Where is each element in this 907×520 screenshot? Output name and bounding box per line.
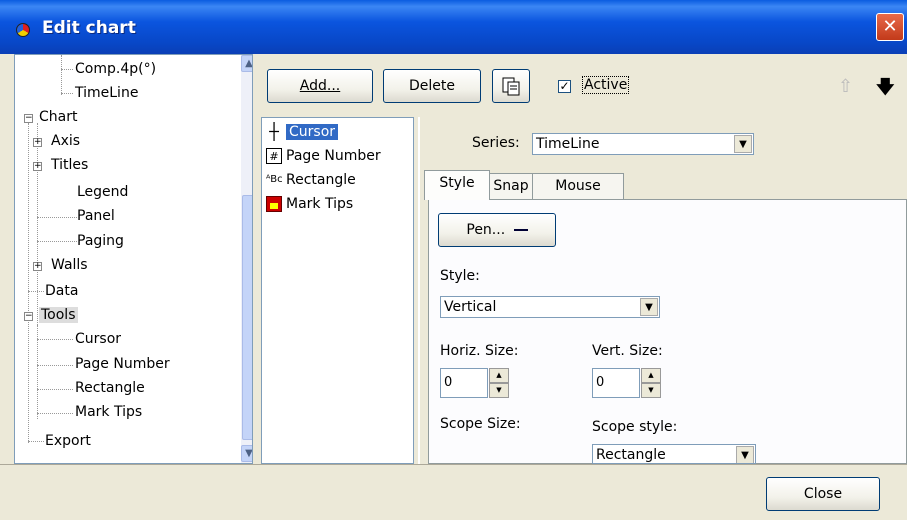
tab-style[interactable]: Style [424,170,490,200]
series-select[interactable]: TimeLine ▼ [532,133,754,155]
chevron-down-icon[interactable]: ▼ [734,135,752,153]
collapse-icon[interactable]: − [24,312,33,321]
scroll-thumb[interactable] [242,195,252,440]
tab-snap[interactable]: Snap [489,173,533,199]
tree-item-export[interactable]: Export [45,429,91,453]
scope-style-select[interactable]: Rectangle ▼ [592,444,756,464]
copy-clipboard-icon [502,77,520,96]
tools-list[interactable]: ┼ Cursor # Page Number ᴬBc Rectangle Mark T… [261,117,414,464]
scroll-down-icon[interactable]: ▼ [241,445,252,462]
tree-item-page-number[interactable]: Page Number [75,352,170,376]
scroll-up-icon[interactable]: ▲ [241,55,252,72]
copy-button[interactable] [492,69,530,103]
active-checkbox[interactable]: ✓ [558,80,571,93]
series-label: Series: [472,135,520,151]
style-label: Style: [440,268,480,284]
spin-up-icon[interactable]: ▲ [641,368,661,383]
expand-icon[interactable]: + [33,162,42,171]
list-item[interactable]: # Page Number [266,144,381,168]
expand-icon[interactable]: + [33,138,42,147]
tree-item-cursor[interactable]: Cursor [75,327,121,351]
tree-scrollbar[interactable]: ▲ ▼ [241,55,252,463]
collapse-icon[interactable]: − [24,114,33,123]
page-number-icon: # [266,148,282,164]
delete-button[interactable]: Delete [383,69,481,103]
expand-icon[interactable]: + [33,262,42,271]
tree-item-titles[interactable]: Titles [51,153,88,177]
tree-item-data[interactable]: Data [45,279,78,303]
editor-tree[interactable]: Comp.4p(°) TimeLine − Chart + Axis + Tit… [14,54,253,464]
pen-button[interactable]: Pen... [438,213,556,247]
tree-item-comp4p[interactable]: Comp.4p(°) [75,57,156,81]
close-button[interactable]: Close [766,477,880,511]
scope-style-label: Scope style: [592,419,678,435]
spin-down-icon[interactable]: ▼ [641,383,661,398]
tree-item-paging[interactable]: Paging [77,229,124,253]
vert-size-input[interactable]: 0 [592,368,640,398]
chevron-down-icon[interactable]: ▼ [640,298,658,316]
pen-line-icon [513,229,528,231]
spin-down-icon[interactable]: ▼ [489,383,509,398]
title-bar[interactable] [0,0,907,54]
tree-item-rectangle[interactable]: Rectangle [75,376,145,400]
cursor-crosshair-icon: ┼ [269,122,279,141]
horiz-size-label: Horiz. Size: [440,343,519,359]
tree-item-tools[interactable]: Tools [39,303,78,327]
list-item[interactable]: ┼ Cursor [266,120,339,144]
scope-size-label: Scope Size: [440,416,521,432]
chevron-down-icon[interactable]: ▼ [736,446,754,463]
tree-item-timeline[interactable]: TimeLine [75,81,138,105]
tree-item-legend[interactable]: Legend [77,180,128,204]
window-close-button[interactable]: ✕ [876,13,904,41]
add-button[interactable]: Add... [267,69,373,103]
tree-item-chart[interactable]: Chart [39,105,77,129]
mark-tips-icon [266,196,282,212]
tree-item-walls[interactable]: Walls [51,253,88,277]
tab-mouse[interactable]: Mouse [532,173,624,199]
window-title: Edit chart [42,18,136,38]
tree-item-panel[interactable]: Panel [77,204,115,228]
list-item[interactable]: ᴬBc Rectangle [266,168,356,192]
tree-item-axis[interactable]: Axis [51,129,80,153]
active-label: Active [582,76,630,94]
list-item[interactable]: Mark Tips [266,192,353,216]
spin-up-icon[interactable]: ▲ [489,368,509,383]
rectangle-text-icon: ᴬBc [266,174,283,185]
vert-size-label: Vert. Size: [592,343,663,359]
move-down-arrow-icon[interactable]: 🡇 [876,75,895,105]
horiz-size-input[interactable]: 0 [440,368,488,398]
move-up-arrow-icon[interactable]: ⇧ [838,76,853,97]
chart-app-icon [16,23,30,37]
style-select[interactable]: Vertical ▼ [440,296,660,318]
tree-item-mark-tips[interactable]: Mark Tips [75,400,142,424]
